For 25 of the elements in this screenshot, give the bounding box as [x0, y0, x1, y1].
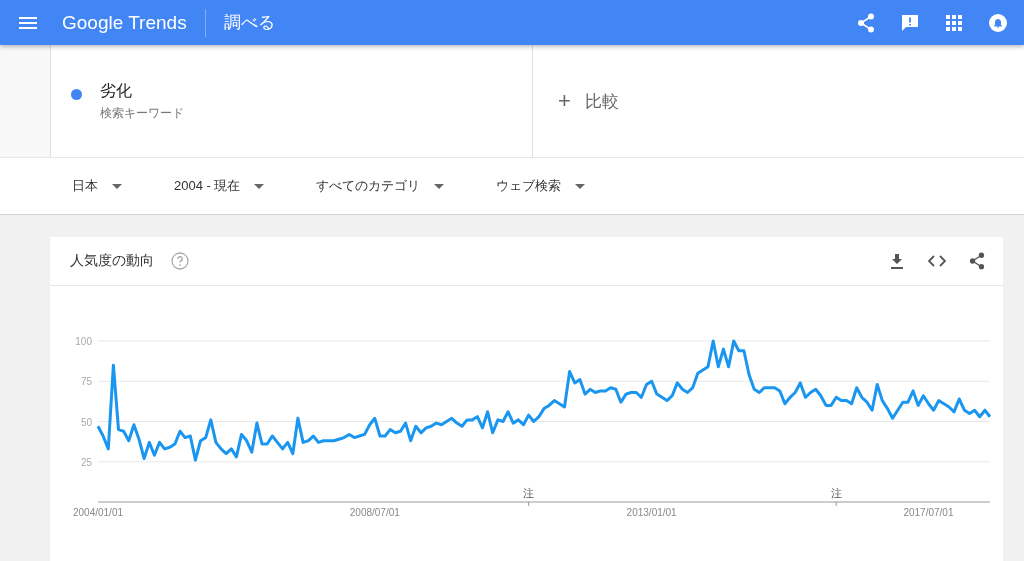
filter-dropdown[interactable]: すべてのカテゴリ — [316, 177, 445, 195]
search-term-subtitle: 検索キーワード — [100, 104, 184, 122]
search-term-card[interactable]: 劣化 検索キーワード — [50, 45, 533, 157]
axis-tick-label: 100 — [75, 336, 92, 347]
app-logo[interactable]: Google Trends — [62, 11, 187, 34]
axis-tick-label: 75 — [80, 376, 92, 388]
axis-tick-label: 2013/01/01 — [626, 507, 677, 518]
help-icon[interactable] — [168, 249, 192, 273]
axis-tick-label: 2008/07/01 — [349, 507, 400, 518]
dropdown-caret-icon — [254, 183, 265, 189]
dropdown-caret-icon — [112, 183, 122, 189]
note-marker[interactable]: 注 — [830, 487, 842, 499]
section-title: 調べる — [204, 8, 275, 37]
filter-dropdown[interactable]: 日本 — [72, 177, 122, 195]
axis-tick-label: 50 — [80, 416, 92, 428]
dropdown-caret-icon — [434, 183, 445, 189]
filter-dropdown[interactable]: ウェブ検索 — [496, 177, 586, 195]
axis-tick-label: 2004/01/01 — [72, 507, 124, 518]
dropdown-caret-icon — [575, 183, 586, 189]
axis-tick-label: 2017/07/01 — [903, 507, 954, 518]
card-title: 人気度の動向 — [70, 252, 154, 270]
axis-tick-label: 25 — [80, 456, 92, 468]
filter-dropdown[interactable]: 2004 - 現在 — [174, 177, 265, 195]
search-term: 劣化 — [100, 80, 133, 101]
note-marker[interactable]: 注 — [523, 487, 535, 499]
